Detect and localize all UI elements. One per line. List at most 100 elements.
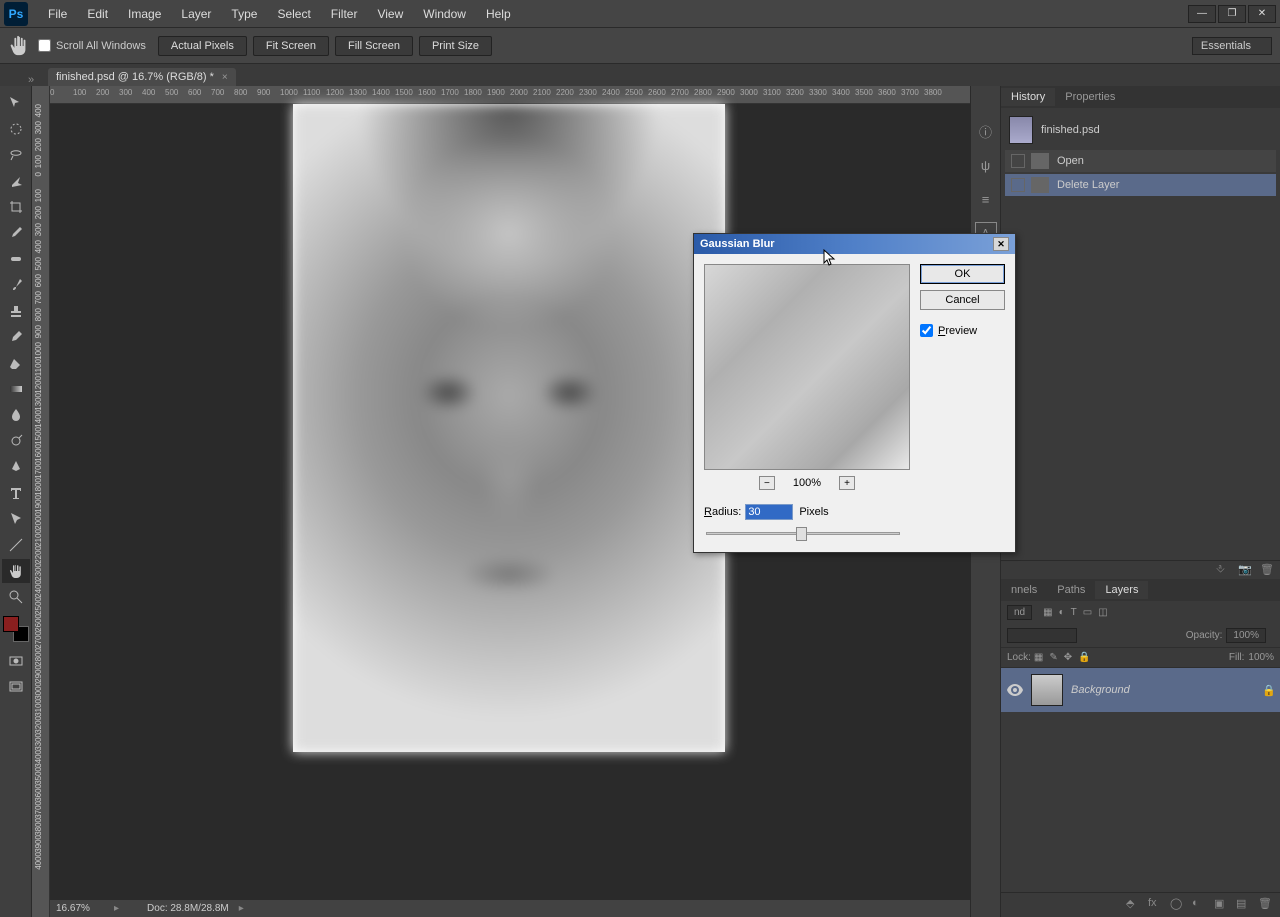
status-menu-icon[interactable]: ▸ [239,903,244,914]
layers-tab[interactable]: Layers [1095,581,1148,599]
document-canvas[interactable] [293,104,725,752]
menu-window[interactable]: Window [413,3,476,25]
paths-tab[interactable]: Paths [1047,581,1095,599]
menu-type[interactable]: Type [221,3,267,25]
screen-mode-tool[interactable] [2,675,30,699]
opacity-value[interactable]: 100% [1226,628,1266,643]
gradient-tool[interactable] [2,377,30,401]
adjustment-icon[interactable]: ◐ [1192,897,1210,913]
menu-edit[interactable]: Edit [77,3,118,25]
brush-panel-icon[interactable]: ψ [975,154,997,176]
snapshot-icon[interactable]: 📷 [1238,563,1254,577]
menu-image[interactable]: Image [118,3,171,25]
mask-icon[interactable]: ◯ [1170,897,1188,913]
menu-file[interactable]: File [38,3,77,25]
scroll-all-input[interactable] [38,39,51,52]
dialog-titlebar[interactable]: Gaussian Blur ✕ [694,234,1015,254]
marquee-tool[interactable] [2,117,30,141]
brush-tool[interactable] [2,273,30,297]
layer-thumbnail[interactable] [1031,674,1063,706]
filter-smart-icon[interactable]: ◫ [1098,607,1107,618]
type-tool[interactable] [2,481,30,505]
filter-type-icon[interactable]: T [1071,607,1077,618]
slider-thumb[interactable] [796,527,807,541]
blur-tool[interactable] [2,403,30,427]
quick-select-tool[interactable] [2,169,30,193]
ok-button[interactable]: OK [920,264,1005,284]
menu-view[interactable]: View [367,3,413,25]
status-zoom[interactable]: 16.67% [56,903,106,914]
delete-icon[interactable]: 🗑 [1258,897,1276,913]
preview-checkbox[interactable]: Preview [920,324,1005,337]
workspace-switcher[interactable]: Essentials [1192,37,1272,55]
filter-adjust-icon[interactable]: ◐ [1059,607,1065,618]
fx-icon[interactable]: fx [1148,897,1166,913]
filter-shape-icon[interactable]: ▭ [1083,607,1092,618]
healing-tool[interactable] [2,247,30,271]
close-window-button[interactable]: ✕ [1248,5,1276,23]
shape-tool[interactable] [2,533,30,557]
properties-tab[interactable]: Properties [1055,88,1125,106]
menu-layer[interactable]: Layer [171,3,221,25]
history-item-open[interactable]: Open [1005,150,1276,172]
trash-icon[interactable]: 🗑 [1260,563,1276,577]
actual-pixels-button[interactable]: Actual Pixels [158,36,247,56]
lock-move-icon[interactable]: ✥ [1064,652,1072,663]
history-snapshot[interactable]: finished.psd [1005,112,1276,148]
lock-all-icon[interactable]: 🔒 [1078,652,1090,663]
dialog-close-button[interactable]: ✕ [993,237,1009,251]
eyedropper-tool[interactable] [2,221,30,245]
filter-pixel-icon[interactable]: ▦ [1043,607,1052,618]
history-tab[interactable]: History [1001,88,1055,106]
eraser-tool[interactable] [2,351,30,375]
preview-checkbox-input[interactable] [920,324,933,337]
lock-paint-icon[interactable]: ✎ [1049,652,1057,663]
adjustments-panel-icon[interactable]: ≡ [975,188,997,210]
print-size-button[interactable]: Print Size [419,36,492,56]
menu-select[interactable]: Select [267,3,320,25]
zoom-tool[interactable] [2,585,30,609]
group-icon[interactable]: ▣ [1214,897,1232,913]
new-layer-icon[interactable]: ▤ [1236,897,1254,913]
maximize-button[interactable]: ❐ [1218,5,1246,23]
scroll-all-checkbox[interactable]: Scroll All Windows [38,39,146,52]
layer-filter-dropdown[interactable]: nd [1007,605,1032,620]
radius-input[interactable] [745,504,793,520]
document-tab[interactable]: finished.psd @ 16.7% (RGB/8) * × [48,68,236,86]
visibility-icon[interactable] [1007,684,1023,696]
history-brush-tool[interactable] [2,325,30,349]
tab-expand-icon[interactable]: » [28,74,40,86]
stamp-tool[interactable] [2,299,30,323]
lock-trans-icon[interactable]: ▦ [1034,652,1043,663]
history-item-delete-layer[interactable]: Delete Layer [1005,174,1276,196]
minimize-button[interactable]: — [1188,5,1216,23]
fill-screen-button[interactable]: Fill Screen [335,36,413,56]
info-panel-icon[interactable]: ⓘ [975,120,997,142]
zoom-out-button[interactable]: − [759,476,775,490]
zoom-in-button[interactable]: + [839,476,855,490]
channels-tab[interactable]: nnels [1001,581,1047,599]
layer-name[interactable]: Background [1071,684,1262,696]
cancel-button[interactable]: Cancel [920,290,1005,310]
fit-screen-button[interactable]: Fit Screen [253,36,329,56]
blend-mode-dropdown[interactable] [1007,628,1077,643]
quick-mask-tool[interactable] [2,649,30,673]
move-tool[interactable] [2,91,30,115]
pen-tool[interactable] [2,455,30,479]
radius-slider[interactable] [704,526,902,542]
fill-value[interactable]: 100% [1248,652,1274,663]
menu-help[interactable]: Help [476,3,521,25]
foreground-color[interactable] [3,616,19,632]
dodge-tool[interactable] [2,429,30,453]
menu-filter[interactable]: Filter [321,3,368,25]
link-layers-icon[interactable]: ⬘ [1126,897,1144,913]
hand-tool[interactable] [2,559,30,583]
color-swatches[interactable] [3,616,29,642]
document-tab-close-icon[interactable]: × [222,72,228,83]
preview-image[interactable] [704,264,910,470]
filter-icon[interactable]: ⎀ [1216,563,1232,577]
crop-tool[interactable] [2,195,30,219]
lasso-tool[interactable] [2,143,30,167]
layer-row-background[interactable]: Background 🔒 [1001,667,1280,712]
status-expand-icon[interactable]: ▸ [114,903,119,914]
